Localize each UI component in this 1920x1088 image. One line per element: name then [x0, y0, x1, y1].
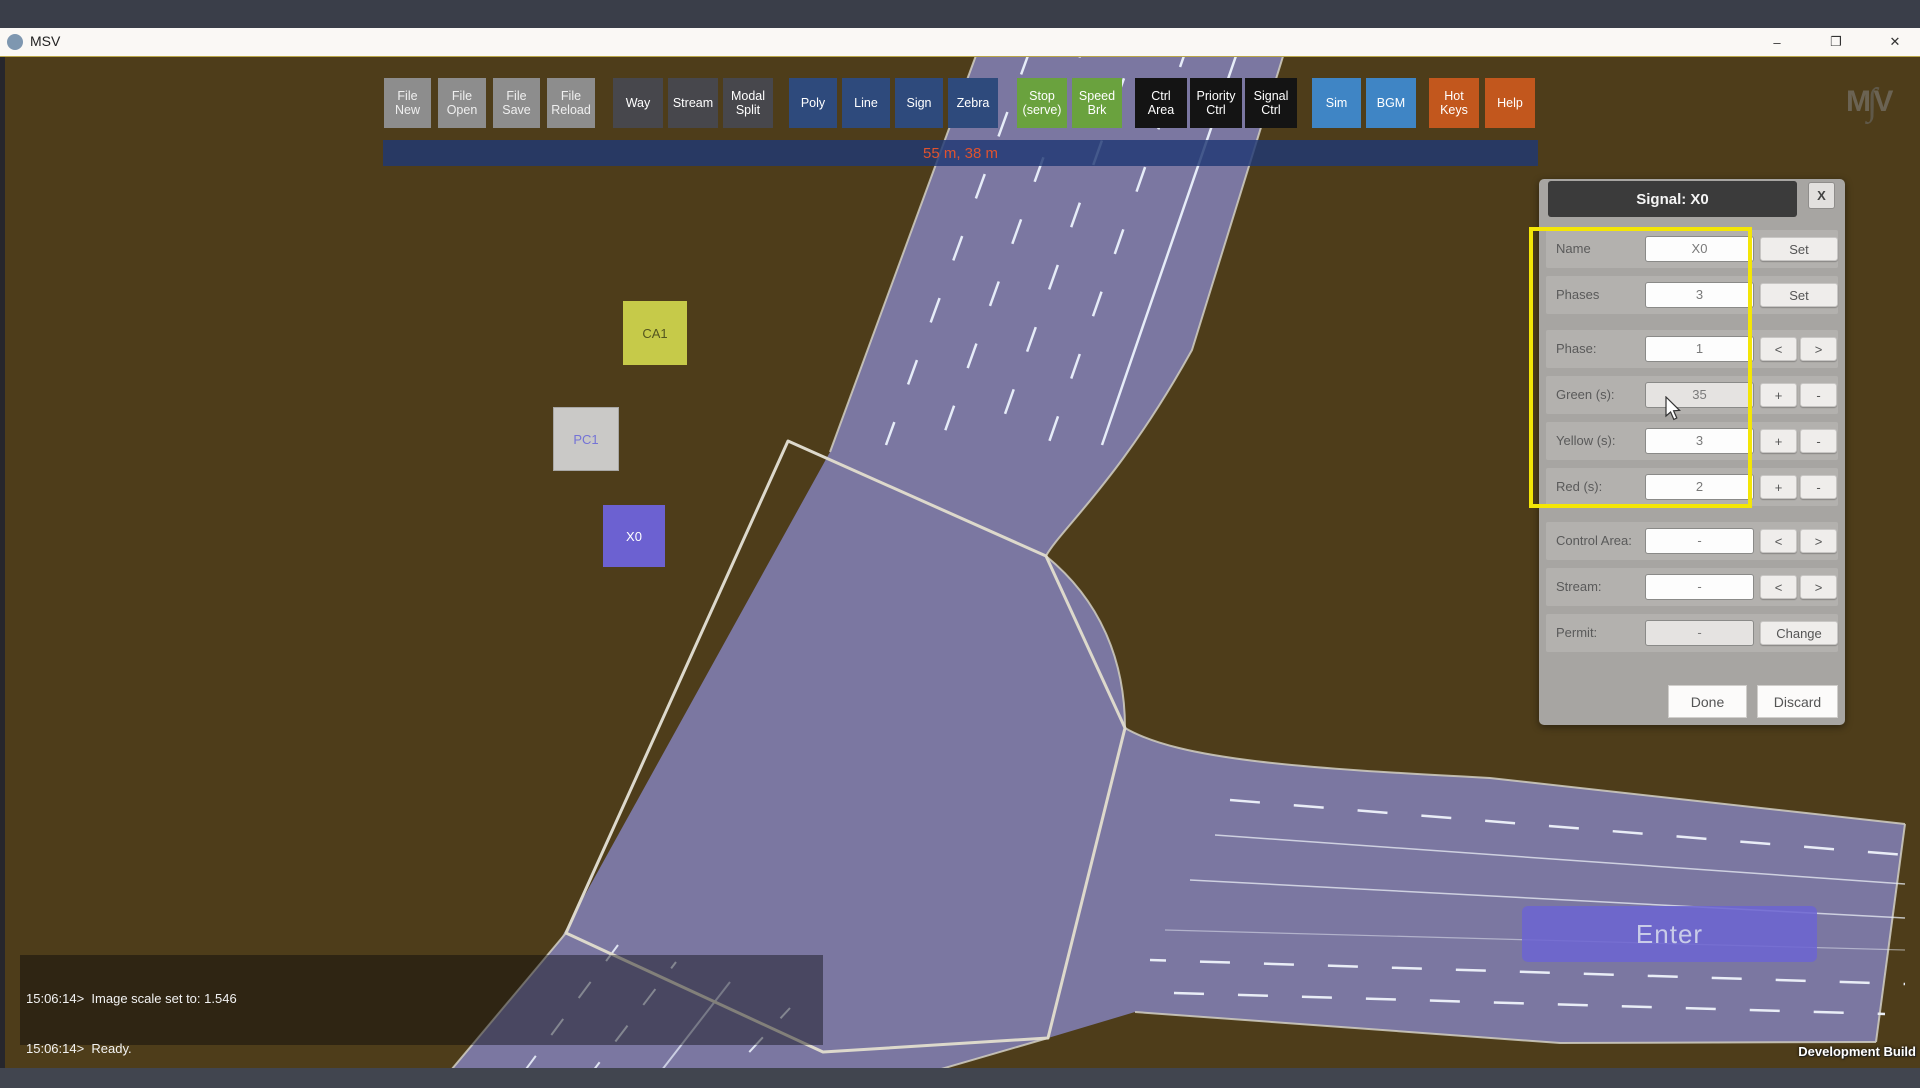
phase-next-button[interactable]: >	[1800, 337, 1837, 361]
log-line: 15:06:14> Ready.	[26, 1041, 246, 1058]
toolbar-button-bgm[interactable]: BGM	[1366, 78, 1416, 128]
map-object-x0[interactable]: X0	[603, 505, 665, 567]
map-object-ca1[interactable]: CA1	[623, 301, 687, 365]
control-area-input[interactable]: -	[1645, 528, 1754, 554]
msv-logo-v: V	[1873, 85, 1893, 119]
toolbar-button-help[interactable]: Help	[1485, 78, 1535, 128]
toolbar-button-stop-serve[interactable]: Stop (serve)	[1017, 78, 1067, 128]
measure-readout: 55 m, 38 m	[923, 145, 998, 162]
toolbar-button-file-reload[interactable]: File Reload	[547, 78, 595, 128]
toolbar-button-ctrl-area[interactable]: Ctrl Area	[1135, 78, 1187, 128]
toolbar-button-file-open[interactable]: File Open	[438, 78, 486, 128]
toolbar-button-file-new[interactable]: File New	[384, 78, 431, 128]
enter-button[interactable]: Enter	[1522, 906, 1817, 962]
mouse-cursor	[1664, 396, 1688, 424]
window-top-strip	[0, 0, 1920, 28]
map-object-pc1[interactable]: PC1	[553, 407, 619, 471]
close-window-icon[interactable]: ✕	[1878, 28, 1912, 56]
toolbar-button-file-save[interactable]: File Save	[493, 78, 540, 128]
discard-button[interactable]: Discard	[1757, 685, 1838, 718]
stream-label: Stream:	[1556, 568, 1602, 606]
control-area-next-button[interactable]: >	[1800, 529, 1837, 553]
tutorial-highlight-rectangle	[1529, 227, 1752, 508]
toolbar-button-line[interactable]: Line	[842, 78, 890, 128]
yellow-plus-button[interactable]: +	[1760, 429, 1797, 453]
row-permit: Permit: - Change	[1546, 614, 1838, 652]
window-title-bar	[0, 28, 1920, 57]
toolbar-button-way[interactable]: Way	[613, 78, 663, 128]
close-icon[interactable]: X	[1808, 182, 1835, 209]
app-icon	[7, 34, 23, 50]
measure-bar: 55 m, 38 m	[383, 140, 1538, 166]
name-set-button[interactable]: Set	[1760, 237, 1838, 261]
stream-prev-button[interactable]: <	[1760, 575, 1797, 599]
row-stream: Stream: - < >	[1546, 568, 1838, 606]
control-area-label: Control Area:	[1556, 522, 1632, 560]
red-plus-button[interactable]: +	[1760, 475, 1797, 499]
maximize-icon[interactable]: ❐	[1819, 28, 1853, 56]
red-minus-button[interactable]: -	[1800, 475, 1837, 499]
permit-input[interactable]: -	[1645, 620, 1754, 646]
yellow-minus-button[interactable]: -	[1800, 429, 1837, 453]
done-button[interactable]: Done	[1668, 685, 1747, 718]
stream-next-button[interactable]: >	[1800, 575, 1837, 599]
window-title: MSV	[30, 33, 60, 49]
toolbar-button-speed-brk[interactable]: Speed Brk	[1072, 78, 1122, 128]
phase-prev-button[interactable]: <	[1760, 337, 1797, 361]
app-window: 15:06:14> Image scale set to: 1.546 15:0…	[0, 0, 1920, 1088]
development-build-watermark: Development Build	[1798, 1044, 1916, 1059]
toolbar-button-sim[interactable]: Sim	[1312, 78, 1361, 128]
toolbar-button-priority-ctrl[interactable]: Priority Ctrl	[1190, 78, 1242, 128]
minimize-icon[interactable]: –	[1760, 28, 1794, 56]
toolbar-button-poly[interactable]: Poly	[789, 78, 837, 128]
stream-input[interactable]: -	[1645, 574, 1754, 600]
signal-dialog-title: Signal: X0	[1548, 181, 1797, 217]
toolbar-button-zebra[interactable]: Zebra	[948, 78, 998, 128]
toolbar-button-modal-split[interactable]: Modal Split	[723, 78, 773, 128]
toolbar-button-stream[interactable]: Stream	[668, 78, 718, 128]
window-bottom-strip	[0, 1068, 1920, 1088]
log-line: 15:06:14> Image scale set to: 1.546	[26, 991, 246, 1008]
row-control-area: Control Area: - < >	[1546, 522, 1838, 560]
toolbar-button-hot-keys[interactable]: Hot Keys	[1429, 78, 1479, 128]
green-minus-button[interactable]: -	[1800, 383, 1837, 407]
map-left-border	[0, 56, 5, 1068]
msv-logo: M ∫ V	[1846, 80, 1893, 124]
toolbar-button-sign[interactable]: Sign	[895, 78, 943, 128]
toolbar-button-signal-ctrl[interactable]: Signal Ctrl	[1245, 78, 1297, 128]
green-plus-button[interactable]: +	[1760, 383, 1797, 407]
permit-label: Permit:	[1556, 614, 1597, 652]
control-area-prev-button[interactable]: <	[1760, 529, 1797, 553]
permit-change-button[interactable]: Change	[1760, 621, 1838, 645]
phases-set-button[interactable]: Set	[1760, 283, 1838, 307]
